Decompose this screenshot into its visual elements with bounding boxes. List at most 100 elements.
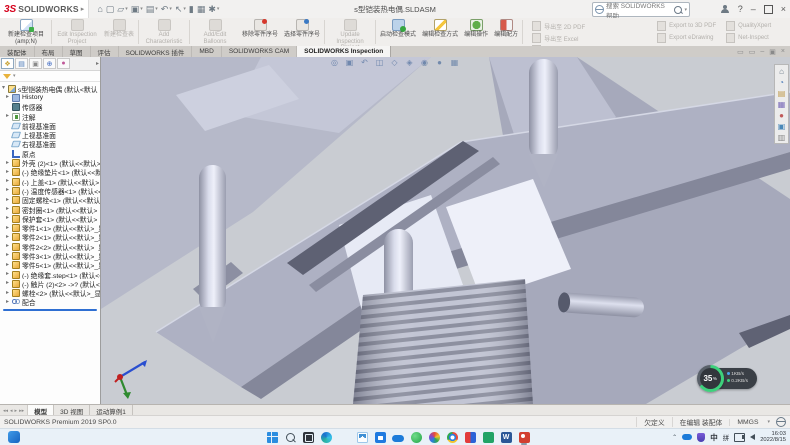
- previous-view-icon[interactable]: ↶: [359, 57, 370, 68]
- tree-item[interactable]: ▸零件2<2> (默认<<默认>_显示状: [0, 242, 100, 251]
- net-inspect-button[interactable]: Net-Inspect: [726, 33, 771, 43]
- remove-balloon-button[interactable]: 移除零件序号: [239, 18, 281, 46]
- edit-inspection-methods-button[interactable]: 编辑检查方式: [419, 18, 461, 46]
- store-icon[interactable]: [374, 431, 386, 443]
- search-icon[interactable]: [284, 431, 296, 443]
- export-3d-pdf-button[interactable]: Export to 3D PDF: [657, 21, 716, 31]
- app-rainbow-icon[interactable]: [428, 431, 440, 443]
- tree-item[interactable]: ▸固定螺栓<1> (默认<<默认>_显示: [0, 196, 100, 205]
- edit-operations-button[interactable]: 编辑操作: [461, 18, 491, 46]
- tree-item[interactable]: ▸(-) 温度传感器<1> (默认<<默认>_: [0, 186, 100, 195]
- app-greensquare-icon[interactable]: [482, 431, 494, 443]
- new-inspection-project-button[interactable]: 新建检查项目 (amp;N): [2, 18, 50, 46]
- export-2d-pdf-button[interactable]: 导出至 2D PDF: [532, 21, 647, 31]
- tree-item[interactable]: ▸(-) 上盖<1> (默认<<默认>_显示状: [0, 177, 100, 186]
- new-window-icon[interactable]: ▭: [737, 48, 744, 56]
- minimize-doc-icon[interactable]: –: [760, 48, 764, 55]
- security-shield-icon[interactable]: [697, 433, 705, 442]
- performance-overlay[interactable]: 35% 1KB/s 0.2KB/s: [697, 365, 748, 391]
- clock[interactable]: 16:03 2022/8/15: [760, 431, 786, 444]
- options-icon[interactable]: ✱▾: [208, 3, 219, 15]
- zoom-area-icon[interactable]: ▣: [344, 57, 355, 68]
- tree-item[interactable]: ▸History: [0, 93, 100, 102]
- forum-icon[interactable]: ▥: [776, 132, 787, 142]
- minimize-icon[interactable]: –: [751, 0, 756, 18]
- widgets-icon[interactable]: [8, 431, 20, 443]
- word-icon[interactable]: W: [500, 431, 512, 443]
- home-icon[interactable]: ⌂: [97, 3, 102, 15]
- add-characteristic-button[interactable]: Add Characteristic: [140, 18, 188, 46]
- ime-mode-indicator[interactable]: 中: [710, 432, 718, 443]
- close-icon[interactable]: ×: [781, 0, 786, 18]
- file-explorer-icon[interactable]: ▤: [776, 88, 787, 98]
- display-style-icon[interactable]: ◈: [404, 57, 415, 68]
- restore-icon[interactable]: [764, 5, 773, 14]
- tree-item[interactable]: ▸配合: [0, 298, 100, 307]
- mail-icon[interactable]: [356, 431, 368, 443]
- tree-filter[interactable]: ▾: [0, 71, 100, 82]
- tree-root-item[interactable]: ▾s型铠装热电偶 (默认<默认_显示状态-1: [0, 84, 100, 93]
- browser-icon[interactable]: [446, 431, 458, 443]
- qualityxpert-button[interactable]: QualityXpert: [726, 21, 771, 31]
- tree-item[interactable]: 原点: [0, 149, 100, 158]
- tree-item[interactable]: ▸密封圈<1> (默认<<默认>_显示状: [0, 205, 100, 214]
- tab-assembly[interactable]: 装配体: [0, 46, 35, 57]
- tab-layout[interactable]: 布局: [35, 46, 63, 57]
- solidworks-logo[interactable]: 3S SOLIDWORKS ▸: [0, 0, 89, 18]
- add-edit-balloons-button[interactable]: Add/Edit Balloons: [191, 18, 239, 46]
- propertymanager-tab-icon[interactable]: ▤: [15, 58, 28, 69]
- configurationmanager-tab-icon[interactable]: ▣: [29, 58, 42, 69]
- tree-item[interactable]: ▸(-) 绝缘套.step<1> (默认<<默认: [0, 270, 100, 279]
- export-excel-button[interactable]: 导出至 Excel: [532, 33, 647, 43]
- scene-icon[interactable]: ▦: [449, 57, 460, 68]
- tab-addins[interactable]: SOLIDWORKS 插件: [119, 46, 193, 57]
- solidworks-icon[interactable]: [518, 431, 530, 443]
- displaymanager-tab-icon[interactable]: ●: [57, 58, 70, 69]
- tree-item[interactable]: ▸(-) 绝缘垫片<1> (默认<<默认>_显: [0, 168, 100, 177]
- tab-evaluate[interactable]: 评估: [91, 46, 119, 57]
- restore-doc-icon[interactable]: ▣: [769, 48, 776, 56]
- onedrive-tray-icon[interactable]: [682, 434, 692, 440]
- tab-solidworks-cam[interactable]: SOLIDWORKS CAM: [222, 46, 297, 57]
- units-dropdown-icon[interactable]: ▾: [767, 419, 770, 425]
- start-inspection-mode-button[interactable]: 启动检查模式: [377, 18, 419, 46]
- hide-show-items-icon[interactable]: ◉: [419, 57, 430, 68]
- ime-layout-indicator[interactable]: 拼: [723, 432, 730, 442]
- tab-sketch[interactable]: 草图: [63, 46, 91, 57]
- search-dropdown-icon[interactable]: ▾: [684, 7, 687, 13]
- help-icon[interactable]: ?: [738, 0, 743, 18]
- status-globe-icon[interactable]: [776, 417, 786, 427]
- tree-item[interactable]: ▸保护套<1> (默认<<默认>_显示状: [0, 214, 100, 223]
- scroll-last-icon[interactable]: ▸▸: [19, 408, 24, 414]
- new-inspection-sheet-button[interactable]: 新建检查表: [101, 18, 137, 46]
- filter-dropdown-icon[interactable]: ▾: [13, 73, 16, 79]
- custom-properties-icon[interactable]: ▣: [776, 121, 787, 131]
- tree-item[interactable]: ▸(-) 触片 (2)<2> ->? (默认<<默认>: [0, 279, 100, 288]
- zoom-fit-icon[interactable]: ◎: [329, 57, 340, 68]
- task-view-icon[interactable]: [302, 431, 314, 443]
- app-redblue-icon[interactable]: [464, 431, 476, 443]
- scroll-left-icon[interactable]: ◂: [10, 408, 13, 414]
- save-icon[interactable]: ▣▾: [131, 3, 143, 15]
- tile-window-icon[interactable]: ▭: [749, 48, 756, 56]
- edit-recipe-button[interactable]: 编辑配方: [491, 18, 521, 46]
- panel-tabs-overflow-icon[interactable]: ▸: [96, 60, 99, 67]
- update-inspection-project-button[interactable]: Update Inspection Project: [326, 18, 374, 46]
- tree-item[interactable]: ▸注解: [0, 112, 100, 121]
- tree-item[interactable]: ▸零件2<1> (默认<<默认>_显示状: [0, 233, 100, 242]
- login-icon[interactable]: [721, 5, 730, 14]
- tree-item[interactable]: ▸零件5<1> (默认<<默认>_显示状态: [0, 261, 100, 270]
- view-palette-icon[interactable]: ▦: [776, 99, 787, 109]
- featuremanager-tab-icon[interactable]: ❖: [1, 58, 14, 69]
- start-icon[interactable]: [266, 431, 278, 443]
- scroll-first-icon[interactable]: ◂◂: [3, 408, 8, 414]
- design-library-icon[interactable]: ◔: [776, 77, 787, 87]
- units-selector[interactable]: MMGS: [729, 419, 765, 426]
- speaker-icon[interactable]: [750, 434, 755, 440]
- select-icon[interactable]: ↖▾: [175, 3, 186, 15]
- hidden-icons-chevron-icon[interactable]: ⌃: [672, 434, 677, 441]
- menu-expand-arrow-icon[interactable]: ▸: [81, 5, 85, 13]
- file-explorer-icon[interactable]: [338, 431, 350, 443]
- tree-item[interactable]: ▸零件3<1> (默认<<默认>_显示状: [0, 251, 100, 260]
- print-icon[interactable]: ▤▾: [146, 3, 158, 15]
